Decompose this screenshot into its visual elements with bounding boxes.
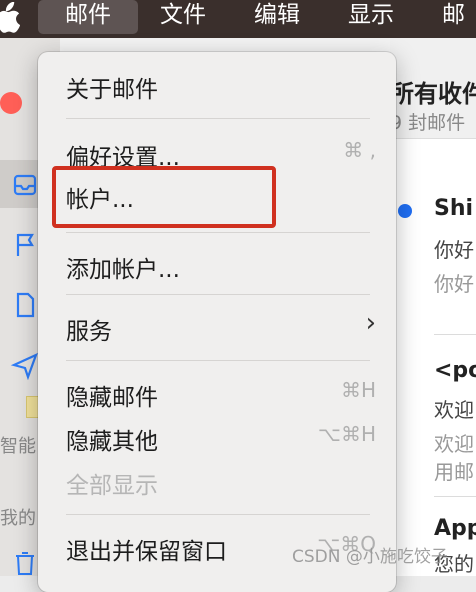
menu-item-hide-mail[interactable]: 隐藏邮件 ⌘H bbox=[66, 376, 376, 412]
menu-bar: 邮件 文件 编辑 显示 邮 bbox=[0, 0, 476, 38]
menu-shortcut: ⌥⌘H bbox=[317, 422, 376, 446]
submenu-arrow-icon: › bbox=[365, 308, 376, 338]
menubar-mailbox[interactable]: 邮 bbox=[442, 0, 465, 34]
menu-separator bbox=[66, 514, 370, 515]
unread-dot-icon bbox=[398, 204, 412, 218]
menu-item-label: 服务 bbox=[66, 319, 112, 345]
mailbox-title: 所有收件 bbox=[390, 80, 476, 108]
menu-item-label: 退出并保留窗口 bbox=[66, 539, 227, 565]
menubar-mail[interactable]: 邮件 bbox=[38, 0, 138, 34]
sidebar-section-smart: 智能 bbox=[0, 436, 36, 457]
message-subject: 你好 bbox=[434, 238, 474, 262]
menu-item-label: 隐藏其他 bbox=[66, 429, 158, 455]
message-sender[interactable]: App bbox=[434, 516, 476, 541]
menu-item-about-mail[interactable]: 关于邮件 bbox=[66, 68, 376, 104]
flag-icon[interactable] bbox=[10, 230, 40, 260]
menu-item-label: 关于邮件 bbox=[66, 77, 158, 103]
message-list: 所有收件 9 封邮件 Shi 你好 你好 <po 欢迎 欢迎 用邮 App 您的 bbox=[390, 38, 476, 576]
menu-separator bbox=[66, 232, 370, 233]
menu-shortcut: ⌘H bbox=[340, 378, 376, 402]
menu-item-add-account[interactable]: 添加帐户... bbox=[66, 248, 376, 284]
menu-item-show-all[interactable]: 全部显示 bbox=[66, 464, 376, 500]
message-sender[interactable]: <po bbox=[434, 358, 476, 383]
mailbox-count: 9 封邮件 bbox=[390, 112, 466, 134]
menu-item-label: 添加帐户... bbox=[66, 257, 180, 283]
menu-item-hide-others[interactable]: 隐藏其他 ⌥⌘H bbox=[66, 420, 376, 456]
sidebar-section-mine: 我的 bbox=[0, 508, 36, 529]
mail-app-menu: 关于邮件 偏好设置... ⌘ , 帐户... 添加帐户... 服务 › 隐藏邮件… bbox=[38, 52, 396, 592]
highlight-annotation-box bbox=[52, 166, 276, 228]
menu-item-services[interactable]: 服务 › bbox=[66, 308, 376, 346]
close-window-button[interactable] bbox=[0, 92, 22, 114]
draft-icon[interactable] bbox=[10, 290, 40, 320]
message-list-header: 所有收件 9 封邮件 bbox=[390, 38, 476, 139]
trash-icon[interactable] bbox=[10, 548, 40, 578]
sent-icon[interactable] bbox=[10, 350, 40, 380]
menubar-view[interactable]: 显示 bbox=[348, 0, 394, 34]
menu-item-label: 全部显示 bbox=[66, 473, 158, 499]
message-preview: 你好 bbox=[434, 272, 474, 296]
menu-separator bbox=[66, 118, 370, 119]
message-preview: 用邮 bbox=[434, 460, 474, 484]
inbox-icon[interactable] bbox=[10, 170, 40, 200]
menu-shortcut: ⌘ , bbox=[343, 138, 376, 162]
message-preview: 欢迎 bbox=[434, 432, 474, 456]
menubar-file[interactable]: 文件 bbox=[160, 0, 206, 34]
watermark: CSDN @小施吃饺子 bbox=[292, 547, 448, 567]
menu-separator bbox=[66, 294, 370, 295]
message-divider bbox=[434, 496, 476, 497]
menu-separator bbox=[66, 360, 370, 361]
message-divider bbox=[434, 334, 476, 335]
message-subject: 欢迎 bbox=[434, 398, 474, 422]
menubar-edit[interactable]: 编辑 bbox=[254, 0, 300, 34]
apple-icon[interactable] bbox=[0, 2, 20, 34]
message-sender[interactable]: Shi bbox=[434, 196, 473, 221]
menu-item-label: 隐藏邮件 bbox=[66, 385, 158, 411]
